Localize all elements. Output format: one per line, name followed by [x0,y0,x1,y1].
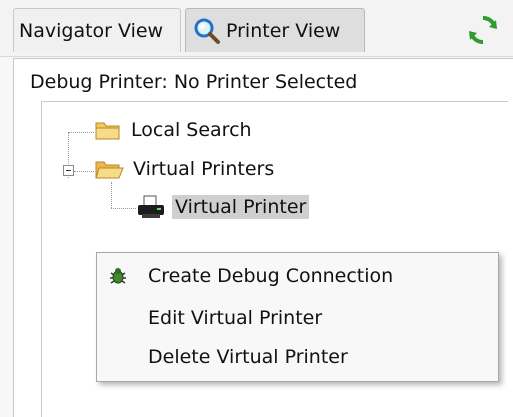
menu-item-create-debug-connection[interactable]: Create Debug Connection [97,260,498,292]
tab-bar: Navigator View Printer View [0,0,513,57]
printer-icon [138,195,164,218]
menu-item-label: Edit Virtual Printer [148,307,323,329]
tab-navigator-view-label: Navigator View [19,19,164,42]
tab-navigator-view[interactable]: Navigator View [13,8,181,52]
tree-connector [74,171,94,172]
menu-item-label: Create Debug Connection [148,265,394,287]
tree-connector [111,182,112,208]
tree-node-label: Local Search [131,119,252,141]
tree-node-label: Virtual Printer [172,195,310,219]
tree-node-label: Virtual Printers [133,158,275,180]
refresh-icon[interactable] [467,14,499,46]
tree-node-virtual-printer[interactable]: Virtual Printer [136,194,310,220]
folder-open-icon [95,161,124,179]
context-menu: Create Debug Connection Edit Virtual Pri… [96,252,499,382]
tree-node-local-search[interactable]: Local Search [94,118,255,142]
menu-item-edit-virtual-printer[interactable]: Edit Virtual Printer [97,302,498,334]
debug-printer-label: Debug Printer: No Printer Selected [30,71,358,93]
menu-item-delete-virtual-printer[interactable]: Delete Virtual Printer [97,341,498,373]
bug-icon [110,268,126,284]
menu-item-label: Delete Virtual Printer [148,346,348,368]
folder-icon [95,122,120,140]
tab-printer-view-label: Printer View [226,19,341,42]
magnifier-icon [194,18,220,44]
tab-printer-view[interactable]: Printer View [185,8,365,52]
collapse-toggle-icon[interactable] [63,165,74,176]
tree-connector [68,132,94,133]
tree-node-virtual-printers[interactable]: Virtual Printers [94,157,277,181]
tree-connector [111,208,136,209]
printer-view-window: Navigator View Printer View Debug Printe… [0,0,513,417]
